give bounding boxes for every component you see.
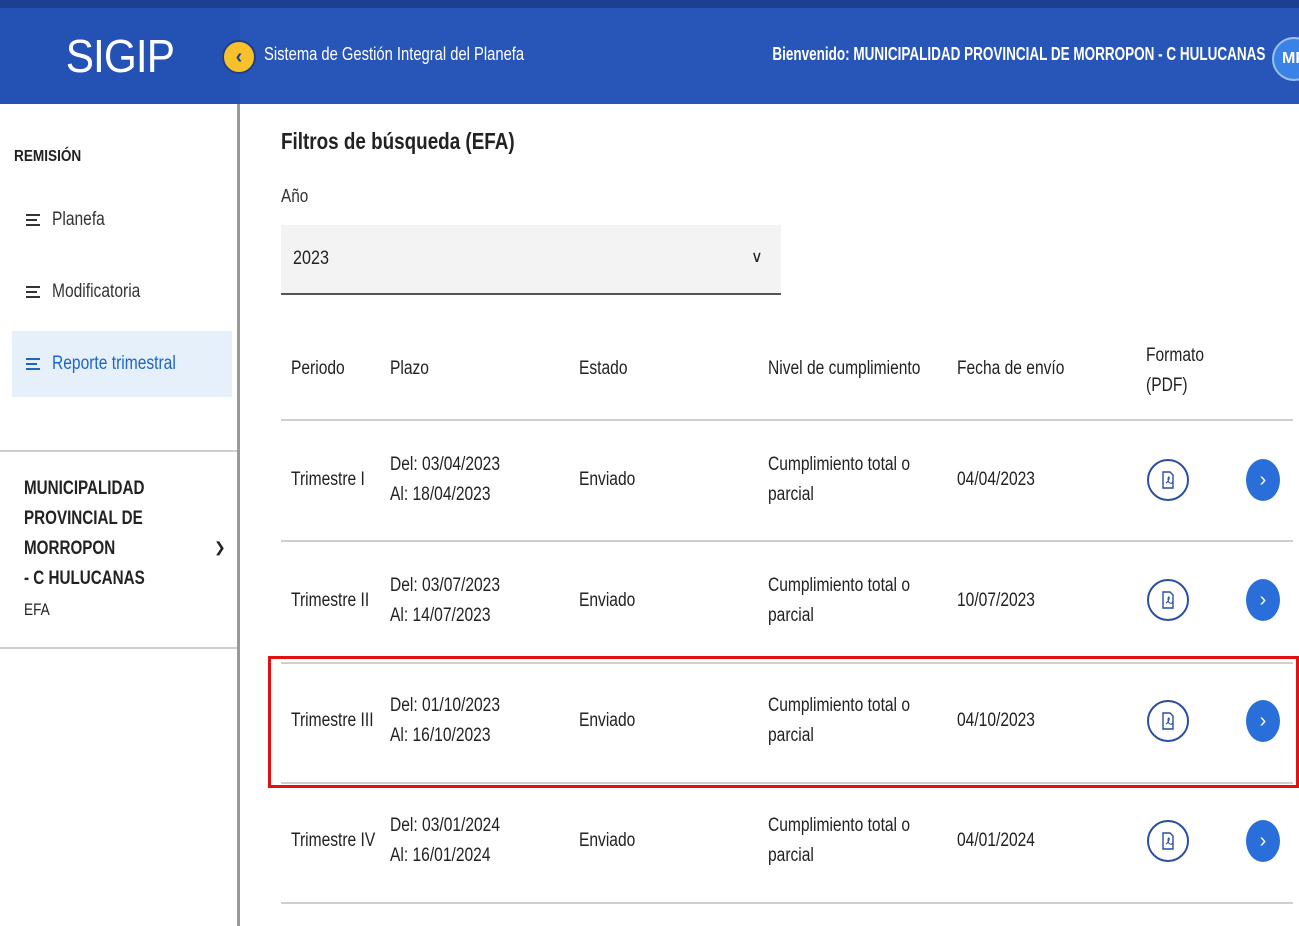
column-header-plazo: Plazo [390, 358, 429, 379]
user-avatar[interactable]: MP [1272, 37, 1299, 81]
cell-plazo-del: Del: 01/10/2023 [390, 695, 501, 716]
chevron-right-icon: › [1259, 468, 1267, 491]
sidebar-item-reporte-trimestral[interactable]: Reporte trimestral [12, 331, 232, 397]
cell-plazo-del: Del: 03/04/2023 [390, 454, 501, 475]
entity-type: EFA [24, 600, 50, 619]
pdf-file-icon [1162, 591, 1174, 609]
top-header: SIGIP ‹ Sistema de Gestión Integral del … [0, 0, 1299, 104]
sidebar-item-modificatoria[interactable]: Modificatoria [12, 259, 232, 325]
year-select-value: 2023 [293, 248, 329, 269]
cell-nivel-line1: Cumplimiento total o [768, 454, 911, 475]
table-divider [281, 662, 1293, 664]
cell-plazo-al: Al: 14/07/2023 [390, 605, 491, 626]
entity-name[interactable]: MUNICIPALIDAD PROVINCIAL DE MORROPON - C… [24, 474, 214, 594]
cell-nivel-line1: Cumplimiento total o [768, 695, 911, 716]
cell-estado: Enviado [579, 710, 636, 731]
cell-periodo: Trimestre II [291, 590, 370, 611]
cell-nivel-line2: parcial [768, 605, 814, 626]
table-divider [281, 419, 1293, 421]
cell-fecha: 04/10/2023 [957, 710, 1035, 731]
sidebar-divider [0, 647, 237, 649]
pdf-file-icon [1162, 832, 1174, 850]
pdf-download-button[interactable] [1147, 459, 1189, 501]
menu-lines-icon [26, 358, 40, 370]
cell-estado: Enviado [579, 469, 636, 490]
open-report-button[interactable]: › [1246, 820, 1280, 862]
app-logo[interactable]: SIGIP [66, 29, 175, 83]
cell-plazo-al: Al: 18/04/2023 [390, 484, 491, 505]
cell-periodo: Trimestre III [291, 710, 374, 731]
cell-estado: Enviado [579, 590, 636, 611]
year-select[interactable]: 2023 ∨ [281, 225, 781, 295]
filters-title: Filtros de búsqueda (EFA) [281, 128, 515, 154]
table-divider [281, 782, 1293, 784]
pdf-file-icon [1162, 712, 1174, 730]
cell-estado: Enviado [579, 830, 636, 851]
sidebar: REMISIÓN Planefa Modificatoria Reporte t… [0, 104, 240, 926]
year-label: Año [281, 186, 309, 206]
cell-plazo-del: Del: 03/01/2024 [390, 815, 501, 836]
sidebar-section-title: REMISIÓN [14, 148, 82, 165]
main-content: Filtros de búsqueda (EFA) Año 2023 ∨ Per… [243, 104, 1299, 926]
cell-fecha: 04/01/2024 [957, 830, 1035, 851]
chevron-right-icon: › [1259, 829, 1267, 852]
column-header-formato-sub: (PDF) [1146, 375, 1188, 396]
pdf-download-button[interactable] [1147, 700, 1189, 742]
menu-lines-icon [26, 286, 40, 298]
sidebar-item-label: Planefa [52, 209, 105, 230]
sidebar-item-planefa[interactable]: Planefa [12, 187, 232, 253]
table-divider [281, 902, 1293, 904]
cell-plazo-del: Del: 03/07/2023 [390, 575, 501, 596]
sidebar-divider [0, 450, 237, 452]
column-header-formato: Formato [1146, 345, 1205, 366]
open-report-button[interactable]: › [1246, 459, 1280, 501]
cell-periodo: Trimestre IV [291, 830, 376, 851]
pdf-download-button[interactable] [1147, 579, 1189, 621]
sidebar-item-label: Reporte trimestral [52, 353, 176, 374]
pdf-file-icon [1162, 471, 1174, 489]
entity-name-text: MUNICIPALIDAD PROVINCIAL DE MORROPON - C… [24, 478, 145, 589]
open-report-button[interactable]: › [1246, 700, 1280, 742]
chevron-right-icon: › [1259, 709, 1267, 732]
cell-nivel-line2: parcial [768, 725, 814, 746]
cell-plazo-al: Al: 16/10/2023 [390, 725, 491, 746]
sidebar-item-label: Modificatoria [52, 281, 141, 302]
chevron-right-icon: › [1259, 588, 1267, 611]
welcome-text: Bienvenido: MUNICIPALIDAD PROVINCIAL DE … [771, 44, 1265, 64]
column-header-fecha: Fecha de envío [957, 358, 1065, 379]
cell-plazo-al: Al: 16/01/2024 [390, 845, 491, 866]
chevron-down-icon[interactable]: ❯ [214, 539, 226, 556]
cell-fecha: 04/04/2023 [957, 469, 1035, 490]
avatar-initials: MP [1282, 50, 1299, 67]
collapse-sidebar-button[interactable]: ‹ [222, 40, 256, 74]
cell-nivel-line1: Cumplimiento total o [768, 575, 911, 596]
pdf-download-button[interactable] [1147, 820, 1189, 862]
open-report-button[interactable]: › [1246, 579, 1280, 621]
menu-lines-icon [26, 214, 40, 226]
logo-area: SIGIP [0, 8, 240, 104]
cell-periodo: Trimestre I [291, 469, 365, 490]
cell-fecha: 10/07/2023 [957, 590, 1035, 611]
cell-nivel-line1: Cumplimiento total o [768, 815, 911, 836]
table-divider [281, 540, 1293, 542]
column-header-nivel: Nivel de cumplimiento [768, 358, 921, 379]
cell-nivel-line2: parcial [768, 845, 814, 866]
chevron-left-icon: ‹ [235, 45, 243, 68]
cell-nivel-line2: parcial [768, 484, 814, 505]
app-name: Sistema de Gestión Integral del Planefa [264, 44, 525, 64]
column-header-estado: Estado [579, 358, 628, 379]
column-header-periodo: Periodo [291, 358, 345, 379]
chevron-down-icon: ∨ [751, 249, 763, 266]
